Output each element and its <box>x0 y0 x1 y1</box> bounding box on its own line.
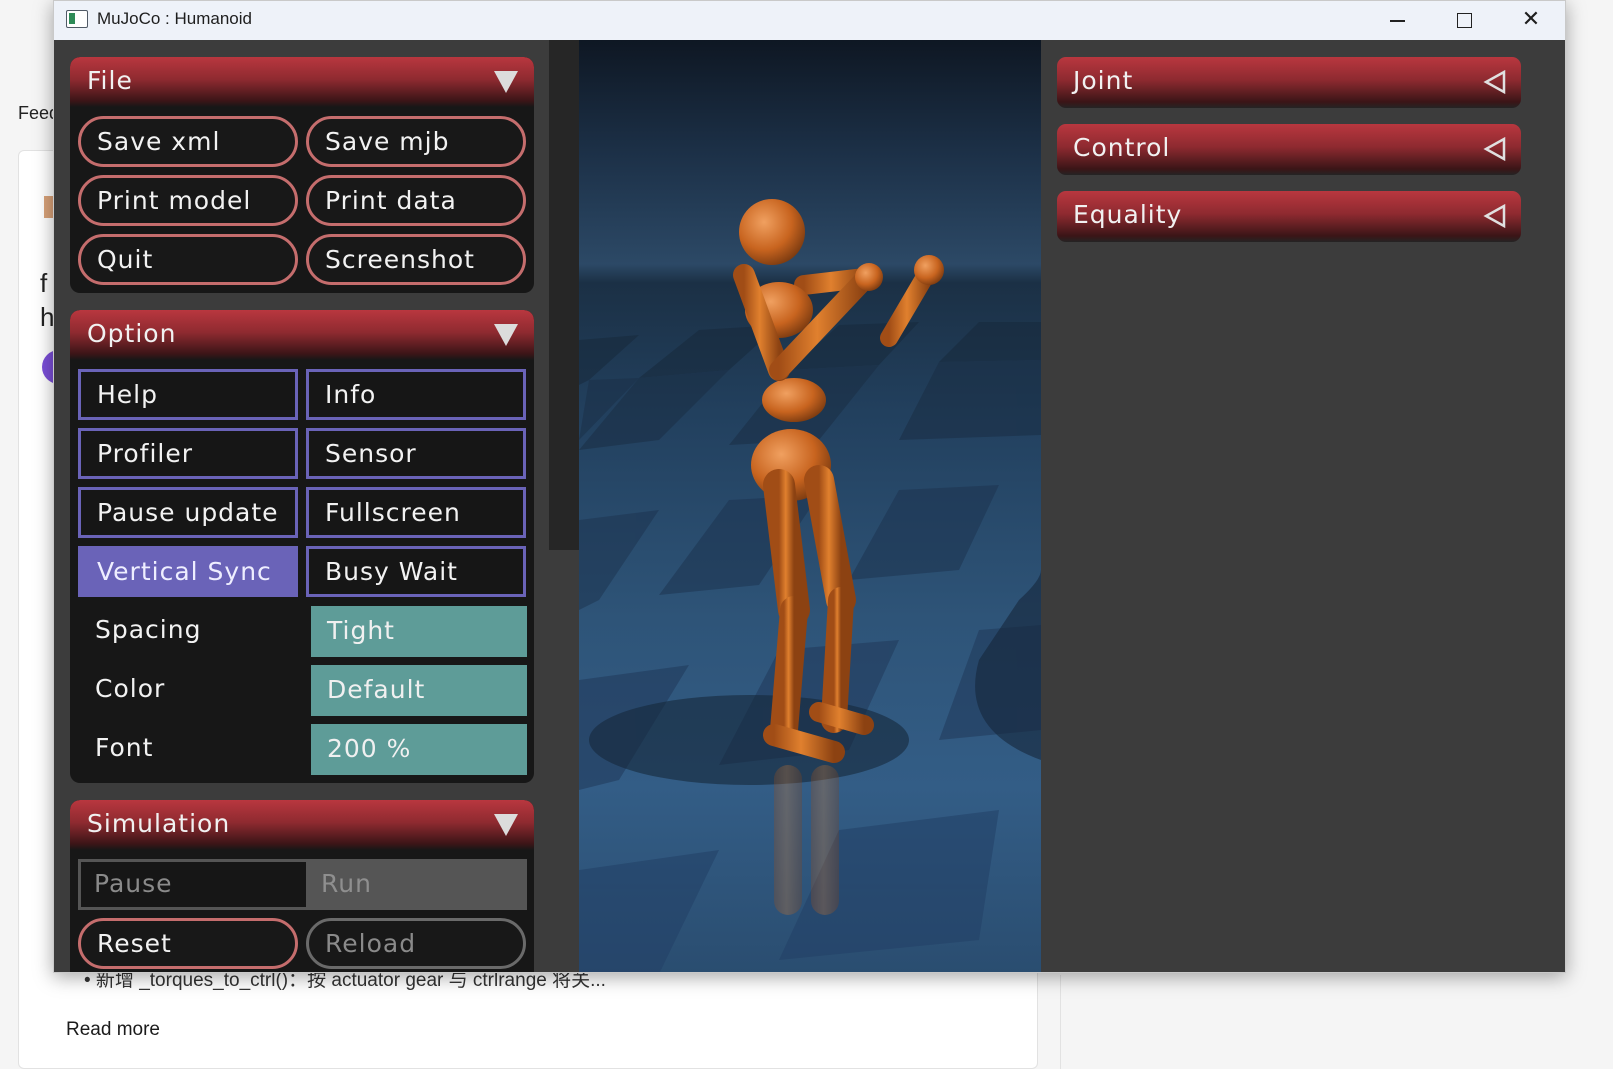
simulation-section: Simulation Pause Run Reset Reload <box>70 800 534 972</box>
equality-section-header[interactable]: Equality <box>1057 191 1521 242</box>
control-section-title: Control <box>1073 133 1171 162</box>
checker-floor <box>579 322 1041 972</box>
print-model-button[interactable]: Print model <box>78 175 298 226</box>
joint-section-header[interactable]: Joint <box>1057 57 1521 108</box>
quit-button[interactable]: Quit <box>78 234 298 285</box>
profiler-toggle[interactable]: Profiler <box>78 428 298 479</box>
sensor-toggle[interactable]: Sensor <box>306 428 526 479</box>
info-toggle[interactable]: Info <box>306 369 526 420</box>
print-data-button[interactable]: Print data <box>306 175 526 226</box>
help-toggle[interactable]: Help <box>78 369 298 420</box>
title-bar[interactable]: MuJoCo : Humanoid ✕ <box>54 1 1565 40</box>
control-section-header[interactable]: Control <box>1057 124 1521 175</box>
save-mjb-button[interactable]: Save mjb <box>306 116 526 167</box>
window-title: MuJoCo : Humanoid <box>97 9 252 28</box>
pause-update-toggle[interactable]: Pause update <box>78 487 298 538</box>
spacing-select[interactable]: Tight <box>311 606 527 657</box>
background-divider <box>1060 975 1061 1069</box>
busy-wait-toggle[interactable]: Busy Wait <box>306 546 526 597</box>
screenshot-button[interactable]: Screenshot <box>306 234 526 285</box>
equality-section-title: Equality <box>1073 200 1183 229</box>
reset-button[interactable]: Reset <box>78 918 298 969</box>
file-section: File Save xml Save mjb Print model Print… <box>70 57 534 293</box>
simulation-section-header[interactable]: Simulation <box>70 800 534 850</box>
expand-triangle-icon <box>1483 137 1506 161</box>
humanoid-reflection <box>774 765 839 915</box>
pause-run-radio: Pause Run <box>78 859 527 910</box>
spacing-label: Spacing <box>95 615 202 644</box>
collapse-triangle-icon <box>494 814 518 836</box>
simulation-section-title: Simulation <box>87 809 231 838</box>
collapse-triangle-icon <box>494 71 518 93</box>
maximize-button[interactable] <box>1430 1 1496 40</box>
3d-viewport[interactable] <box>579 40 1041 972</box>
background-text-fragment: f <box>40 268 48 298</box>
left-panel-scrollbar-thumb[interactable] <box>549 40 579 550</box>
color-label: Color <box>95 674 166 703</box>
option-section-header[interactable]: Option <box>70 310 534 360</box>
option-section: Option Help Info Profiler Sensor Pause u… <box>70 310 534 783</box>
run-radio-option[interactable]: Run <box>306 862 524 907</box>
close-button[interactable]: ✕ <box>1498 1 1564 40</box>
joint-section-title: Joint <box>1073 66 1134 95</box>
left-ui-panel: File Save xml Save mjb Print model Print… <box>54 40 549 972</box>
expand-triangle-icon <box>1483 70 1506 94</box>
pause-radio-option[interactable]: Pause <box>81 862 306 907</box>
reload-button[interactable]: Reload <box>306 918 526 969</box>
file-section-header[interactable]: File <box>70 57 534 107</box>
font-label: Font <box>95 733 154 762</box>
color-select[interactable]: Default <box>311 665 527 716</box>
humanoid-scene <box>579 199 1041 972</box>
minimize-button[interactable] <box>1364 1 1430 40</box>
fullscreen-toggle[interactable]: Fullscreen <box>306 487 526 538</box>
mujoco-window: MuJoCo : Humanoid ✕ File Save xml Save m… <box>53 0 1566 973</box>
right-ui-panel: Joint Control Equality <box>1041 40 1565 972</box>
app-icon <box>66 10 88 28</box>
ground-shadow <box>589 695 909 785</box>
file-section-title: File <box>87 66 133 95</box>
font-select[interactable]: 200 % <box>311 724 527 775</box>
vertical-sync-toggle[interactable]: Vertical Sync <box>78 546 298 597</box>
option-section-title: Option <box>87 319 177 348</box>
read-more-link[interactable]: Read more <box>66 1019 160 1041</box>
collapse-triangle-icon <box>494 324 518 346</box>
expand-triangle-icon <box>1483 204 1506 228</box>
save-xml-button[interactable]: Save xml <box>78 116 298 167</box>
